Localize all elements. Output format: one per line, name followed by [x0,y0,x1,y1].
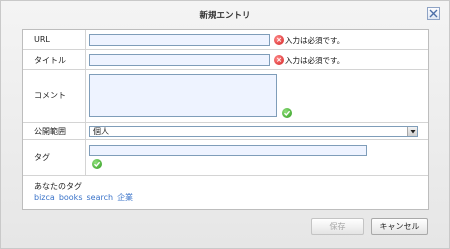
tags-row: タグ [23,140,428,176]
title-input[interactable] [89,54,270,66]
tag-link[interactable]: bizca [34,193,55,202]
close-button[interactable] [427,7,440,20]
close-icon [429,9,438,18]
new-entry-dialog: 新規エントリ URL × 入力は必須です。 タイトル × 入力は必須です。 コメ… [0,0,450,249]
visibility-selected: 個人 [93,127,109,136]
check-icon [282,108,292,118]
entry-form: URL × 入力は必須です。 タイトル × 入力は必須です。 コメント 公開範囲… [22,29,429,210]
title-error-text: 入力は必須です。 [285,56,345,65]
tag-link[interactable]: books [59,193,83,202]
your-tags-list: bizca books search 企業 [34,192,137,203]
error-icon: × [274,35,284,45]
error-icon: × [274,55,284,65]
title-label: タイトル [34,56,66,65]
visibility-row: 公開範囲 個人 [23,123,428,140]
visibility-label: 公開範囲 [34,127,66,136]
tag-link[interactable]: 企業 [117,193,133,202]
url-label: URL [34,35,50,44]
comment-textarea[interactable] [89,74,277,117]
cancel-button[interactable]: キャンセル [371,218,428,235]
tag-link[interactable]: search [86,193,113,202]
chevron-down-icon[interactable] [407,127,417,136]
comment-row: コメント [23,70,428,123]
tags-input[interactable] [89,145,367,156]
visibility-select[interactable]: 個人 [89,126,418,137]
check-icon [92,159,102,169]
title-row: タイトル × 入力は必須です。 [23,50,428,70]
save-button[interactable]: 保存 [311,218,364,235]
url-input[interactable] [89,34,270,46]
url-error-text: 入力は必須です。 [285,36,345,45]
dialog-titlebar: 新規エントリ [1,1,449,29]
dialog-title: 新規エントリ [199,11,251,21]
your-tags-title: あなたのタグ [34,182,82,191]
comment-label: コメント [34,91,66,100]
url-row: URL × 入力は必須です。 [23,30,428,50]
tags-label: タグ [34,153,50,162]
your-tags-row: あなたのタグ bizca books search 企業 [23,176,428,211]
